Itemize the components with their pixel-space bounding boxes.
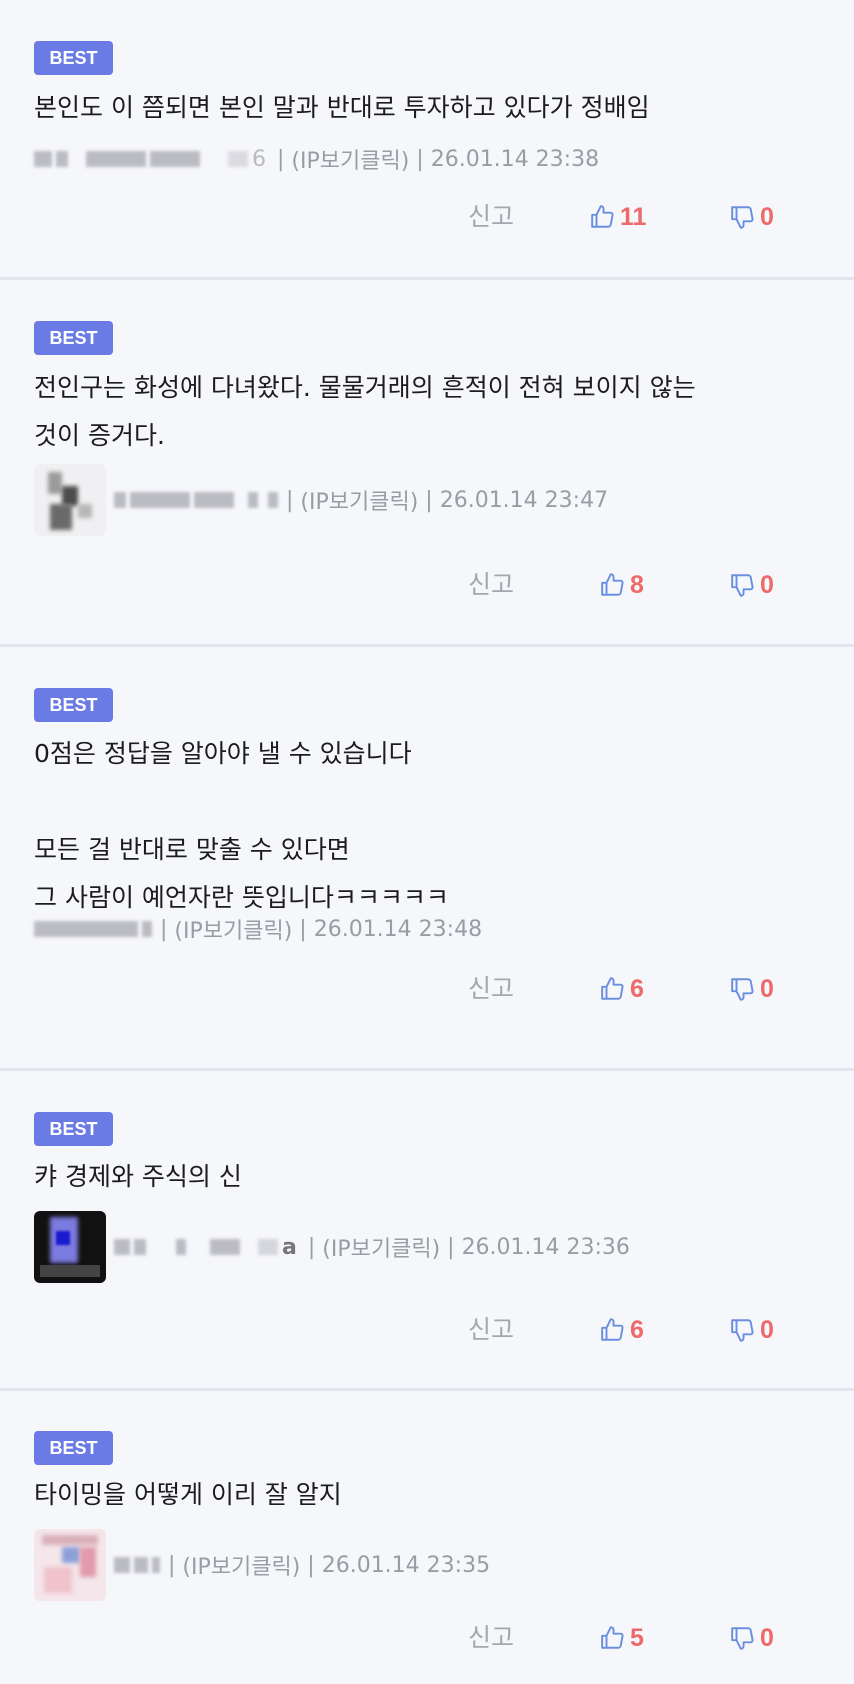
comment-actions: 신고 6 0	[0, 969, 854, 1009]
avatar[interactable]	[34, 1529, 106, 1601]
dislike-button[interactable]: 0	[730, 1618, 774, 1658]
dislike-count: 0	[760, 974, 774, 1003]
dislike-button[interactable]: 0	[730, 969, 774, 1009]
ip-view-link[interactable]: (IP보기클릭)	[174, 913, 292, 945]
like-count: 5	[630, 1623, 644, 1652]
separator: |	[300, 1552, 322, 1578]
best-badge: BEST	[34, 1112, 113, 1146]
comment-list: BEST 본인도 이 쯤되면 본인 말과 반대로 투자하고 있다가 정배임 6 …	[0, 0, 854, 1684]
dislike-count: 0	[760, 570, 774, 599]
best-badge: BEST	[34, 321, 113, 355]
nickname-blurred[interactable]: a	[114, 1235, 297, 1260]
nickname-blurred[interactable]	[114, 1557, 164, 1573]
thumbs-down-icon	[730, 976, 756, 1002]
separator: |	[270, 146, 292, 172]
dislike-count: 0	[760, 1623, 774, 1652]
comment-text: 본인도 이 쯤되면 본인 말과 반대로 투자하고 있다가 정배임	[34, 93, 650, 122]
like-count: 6	[630, 974, 644, 1003]
best-badge: BEST	[34, 688, 113, 722]
comment-actions: 신고 11 0	[0, 197, 854, 237]
timestamp: 26.01.14 23:35	[321, 1552, 491, 1578]
nickname-blurred[interactable]	[114, 492, 282, 508]
ip-view-link[interactable]: (IP보기클릭)	[300, 484, 418, 516]
comment-actions: 신고 8 0	[0, 565, 854, 605]
comment-item: BEST 본인도 이 쯤되면 본인 말과 반대로 투자하고 있다가 정배임 6 …	[0, 0, 854, 280]
comment-item: BEST 전인구는 화성에 다녀왔다. 물물거래의 흔적이 전혀 보이지 않는 …	[0, 280, 854, 647]
dislike-button[interactable]: 0	[730, 565, 774, 605]
best-badge: BEST	[34, 41, 113, 75]
separator: |	[418, 487, 440, 513]
like-count: 6	[630, 1315, 644, 1344]
thumbs-up-icon	[600, 1317, 626, 1343]
thumbs-up-icon	[590, 204, 616, 230]
thumbs-down-icon	[730, 572, 756, 598]
like-count: 11	[620, 202, 647, 231]
like-button[interactable]: 6	[600, 1310, 644, 1350]
comment-text: 캬 경제와 주식의 신	[34, 1162, 242, 1191]
nickname-blurred[interactable]: 6	[34, 147, 266, 172]
thumbs-down-icon	[730, 1625, 756, 1651]
comment-meta: | (IP보기클릭) | 26.01.14 23:48	[34, 909, 482, 949]
timestamp: 26.01.14 23:38	[430, 146, 600, 172]
dislike-button[interactable]: 0	[730, 197, 774, 237]
dislike-button[interactable]: 0	[730, 1310, 774, 1350]
timestamp: 26.01.14 23:36	[461, 1234, 630, 1260]
comment-text: 전인구는 화성에 다녀왔다. 물물거래의 흔적이 전혀 보이지 않는 것이 증거…	[34, 373, 696, 450]
comment-meta: | (IP보기클릭) | 26.01.14 23:47	[34, 464, 608, 536]
avatar[interactable]	[34, 1211, 106, 1283]
best-badge: BEST	[34, 1431, 113, 1465]
separator: |	[440, 1234, 462, 1260]
report-button[interactable]: 신고	[468, 197, 514, 237]
comment-meta: a | (IP보기클릭) | 26.01.14 23:36	[34, 1211, 630, 1283]
report-button[interactable]: 신고	[468, 1618, 514, 1658]
comment-actions: 신고 5 0	[0, 1618, 854, 1658]
like-button[interactable]: 11	[590, 197, 646, 237]
comment-actions: 신고 6 0	[0, 1310, 854, 1350]
separator: |	[292, 916, 314, 942]
separator: |	[286, 487, 301, 513]
ip-view-link[interactable]: (IP보기클릭)	[291, 143, 409, 175]
comment-text: 0점은 정답을 알아야 낼 수 있습니다 모든 걸 반대로 맞출 수 있다면 그…	[34, 739, 449, 912]
separator: |	[409, 146, 431, 172]
separator: |	[168, 1552, 183, 1578]
like-button[interactable]: 8	[600, 565, 644, 605]
timestamp: 26.01.14 23:48	[313, 916, 483, 942]
comment-meta: | (IP보기클릭) | 26.01.14 23:35	[34, 1529, 490, 1601]
report-button[interactable]: 신고	[468, 969, 514, 1009]
timestamp: 26.01.14 23:47	[439, 487, 609, 513]
avatar[interactable]	[34, 464, 106, 536]
separator: |	[300, 1234, 323, 1260]
thumbs-down-icon	[730, 204, 756, 230]
nickname-blurred[interactable]	[34, 921, 156, 937]
thumbs-up-icon	[600, 1625, 626, 1651]
thumbs-down-icon	[730, 1317, 756, 1343]
comment-text: 타이밍을 어떻게 이리 잘 알지	[34, 1480, 342, 1509]
dislike-count: 0	[760, 202, 774, 231]
report-button[interactable]: 신고	[468, 565, 514, 605]
dislike-count: 0	[760, 1315, 774, 1344]
comment-item: BEST 0점은 정답을 알아야 낼 수 있습니다 모든 걸 반대로 맞출 수 …	[0, 647, 854, 1071]
separator: |	[160, 916, 175, 942]
like-count: 8	[630, 570, 644, 599]
like-button[interactable]: 6	[600, 969, 644, 1009]
report-button[interactable]: 신고	[468, 1310, 514, 1350]
thumbs-up-icon	[600, 572, 626, 598]
like-button[interactable]: 5	[600, 1618, 644, 1658]
ip-view-link[interactable]: (IP보기클릭)	[182, 1549, 300, 1581]
ip-view-link[interactable]: (IP보기클릭)	[322, 1231, 440, 1263]
comment-meta: 6 | (IP보기클릭) | 26.01.14 23:38	[34, 139, 599, 179]
comment-item: BEST 타이밍을 어떻게 이리 잘 알지 | (IP보기클릭) | 26.01…	[0, 1391, 854, 1684]
thumbs-up-icon	[600, 976, 626, 1002]
comment-item: BEST 캬 경제와 주식의 신 a | (IP보기클릭) | 26.01.14…	[0, 1071, 854, 1391]
